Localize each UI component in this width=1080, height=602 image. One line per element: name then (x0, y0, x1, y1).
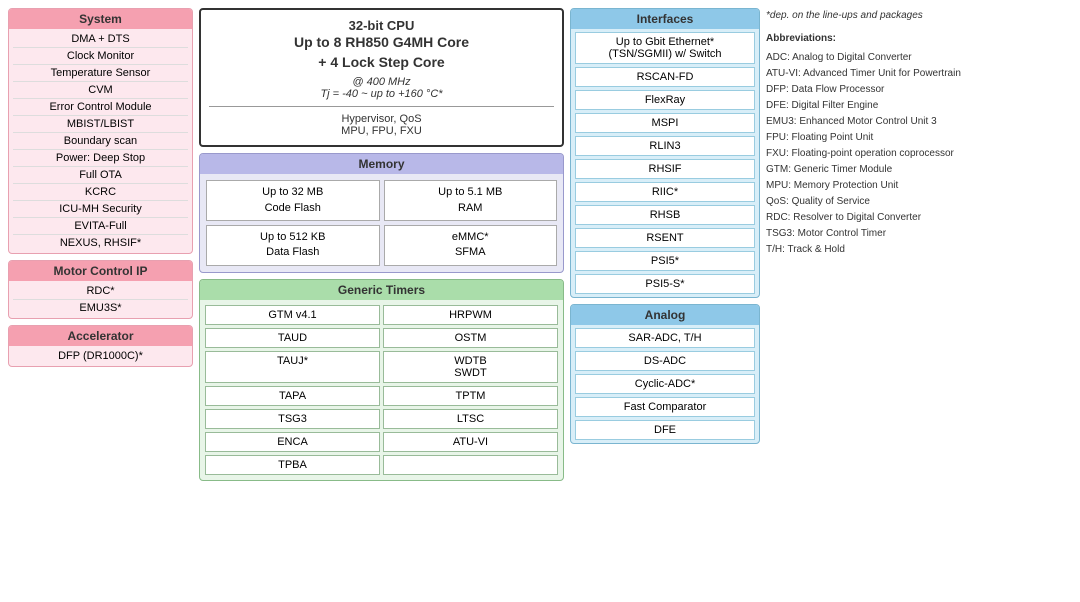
memory-grid: Up to 32 MBCode Flash Up to 5.1 MBRAM Up… (200, 174, 563, 272)
abbrev-item: GTM: Generic Timer Module (766, 162, 1072, 177)
accelerator-header: Accelerator (9, 326, 192, 346)
timer-cell: GTM v4.1 (205, 305, 380, 325)
interface-item: RLIN3 (575, 136, 755, 156)
memory-cell: Up to 512 KBData Flash (206, 225, 380, 266)
dep-note: *dep. on the line-ups and packages (766, 8, 1072, 23)
interface-item: RIIC* (575, 182, 755, 202)
list-item: Temperature Sensor (13, 65, 188, 82)
cpu-title: 32-bit CPU (209, 18, 554, 33)
abbrev-item: RDC: Resolver to Digital Converter (766, 210, 1072, 225)
interface-item: RHSB (575, 205, 755, 225)
accelerator-box: Accelerator DFP (DR1000C)* (8, 325, 193, 367)
memory-cell: Up to 5.1 MBRAM (384, 180, 558, 221)
timer-cell: TPTM (383, 386, 558, 406)
timer-cell: TPBA (205, 455, 380, 475)
timers-box: Generic Timers GTM v4.1 HRPWM TAUD OSTM … (199, 279, 564, 481)
abbrev-item: QoS: Quality of Service (766, 194, 1072, 209)
analog-item: Fast Comparator (575, 397, 755, 417)
abbrev-item: T/H: Track & Hold (766, 242, 1072, 257)
list-item: RDC* (13, 283, 188, 300)
abbrev-item: ATU-VI: Advanced Timer Unit for Powertra… (766, 66, 1072, 81)
abbrev-item: TSG3: Motor Control Timer (766, 226, 1072, 241)
list-item: Clock Monitor (13, 48, 188, 65)
analog-item: DFE (575, 420, 755, 440)
list-item: KCRC (13, 184, 188, 201)
cpu-box: 32-bit CPU Up to 8 RH850 G4MH Core + 4 L… (199, 8, 564, 147)
system-items: DMA + DTS Clock Monitor Temperature Sens… (9, 29, 192, 253)
notes-column: *dep. on the line-ups and packages Abbre… (766, 8, 1072, 481)
timers-header: Generic Timers (200, 280, 563, 300)
system-box: System DMA + DTS Clock Monitor Temperatu… (8, 8, 193, 254)
abbrev-item: FPU: Floating Point Unit (766, 130, 1072, 145)
analog-item: DS-ADC (575, 351, 755, 371)
system-column: System DMA + DTS Clock Monitor Temperatu… (8, 8, 193, 481)
timer-cell: WDTBSWDT (383, 351, 558, 383)
abbrev-title: Abbreviations: (766, 31, 1072, 46)
abbrev-item: DFE: Digital Filter Engine (766, 98, 1072, 113)
timer-cell: ENCA (205, 432, 380, 452)
memory-header: Memory (200, 154, 563, 174)
system-header: System (9, 9, 192, 29)
abbrev-item: FXU: Floating-point operation coprocesso… (766, 146, 1072, 161)
interface-item: RSENT (575, 228, 755, 248)
list-item: MBIST/LBIST (13, 116, 188, 133)
list-item: EVITA-Full (13, 218, 188, 235)
timer-cell: ATU-VI (383, 432, 558, 452)
list-item: Full OTA (13, 167, 188, 184)
timer-cell (383, 455, 558, 475)
list-item: ICU-MH Security (13, 201, 188, 218)
list-item: Power: Deep Stop (13, 150, 188, 167)
list-item: DFP (DR1000C)* (13, 348, 188, 364)
analog-box: Analog SAR-ADC, T/H DS-ADC Cyclic-ADC* F… (570, 304, 760, 444)
timer-cell: TAUJ* (205, 351, 380, 383)
analog-header: Analog (571, 305, 759, 325)
timer-cell: OSTM (383, 328, 558, 348)
analog-item: Cyclic-ADC* (575, 374, 755, 394)
abbrev-item: DFP: Data Flow Processor (766, 82, 1072, 97)
main-container: System DMA + DTS Clock Monitor Temperatu… (8, 8, 1072, 481)
abbrev-item: MPU: Memory Protection Unit (766, 178, 1072, 193)
interface-item: PSI5* (575, 251, 755, 271)
memory-cell: Up to 32 MBCode Flash (206, 180, 380, 221)
list-item: CVM (13, 82, 188, 99)
timer-cell: LTSC (383, 409, 558, 429)
accelerator-items: DFP (DR1000C)* (9, 346, 192, 366)
timer-cell: TAPA (205, 386, 380, 406)
abbrev-item: EMU3: Enhanced Motor Control Unit 3 (766, 114, 1072, 129)
interface-top-item: Up to Gbit Ethernet*(TSN/SGMII) w/ Switc… (575, 32, 755, 64)
timer-cell: TAUD (205, 328, 380, 348)
cpu-sub: @ 400 MHz Tj = -40 ~ up to +160 °C* (209, 76, 554, 100)
cpu-main: Up to 8 RH850 G4MH Core + 4 Lock Step Co… (209, 33, 554, 72)
center-column: 32-bit CPU Up to 8 RH850 G4MH Core + 4 L… (199, 8, 564, 481)
interface-item: RHSIF (575, 159, 755, 179)
interfaces-column: Interfaces Up to Gbit Ethernet*(TSN/SGMI… (570, 8, 760, 481)
motor-header: Motor Control IP (9, 261, 192, 281)
interface-item: FlexRay (575, 90, 755, 110)
interface-item: MSPI (575, 113, 755, 133)
timers-grid: GTM v4.1 HRPWM TAUD OSTM TAUJ* WDTBSWDT … (200, 300, 563, 480)
motor-items: RDC* EMU3S* (9, 281, 192, 318)
list-item: EMU3S* (13, 300, 188, 316)
list-item: Error Control Module (13, 99, 188, 116)
list-item: Boundary scan (13, 133, 188, 150)
list-item: NEXUS, RHSIF* (13, 235, 188, 251)
cpu-extra: Hypervisor, QoS MPU, FPU, FXU (209, 113, 554, 137)
memory-cell: eMMC*SFMA (384, 225, 558, 266)
memory-box: Memory Up to 32 MBCode Flash Up to 5.1 M… (199, 153, 564, 273)
timer-cell: TSG3 (205, 409, 380, 429)
analog-item: SAR-ADC, T/H (575, 328, 755, 348)
timer-cell: HRPWM (383, 305, 558, 325)
interfaces-box: Interfaces Up to Gbit Ethernet*(TSN/SGMI… (570, 8, 760, 298)
abbrev-item: ADC: Analog to Digital Converter (766, 50, 1072, 65)
interface-item: RSCAN-FD (575, 67, 755, 87)
interface-item: PSI5-S* (575, 274, 755, 294)
motor-box: Motor Control IP RDC* EMU3S* (8, 260, 193, 319)
list-item: DMA + DTS (13, 31, 188, 48)
interfaces-header: Interfaces (571, 9, 759, 29)
